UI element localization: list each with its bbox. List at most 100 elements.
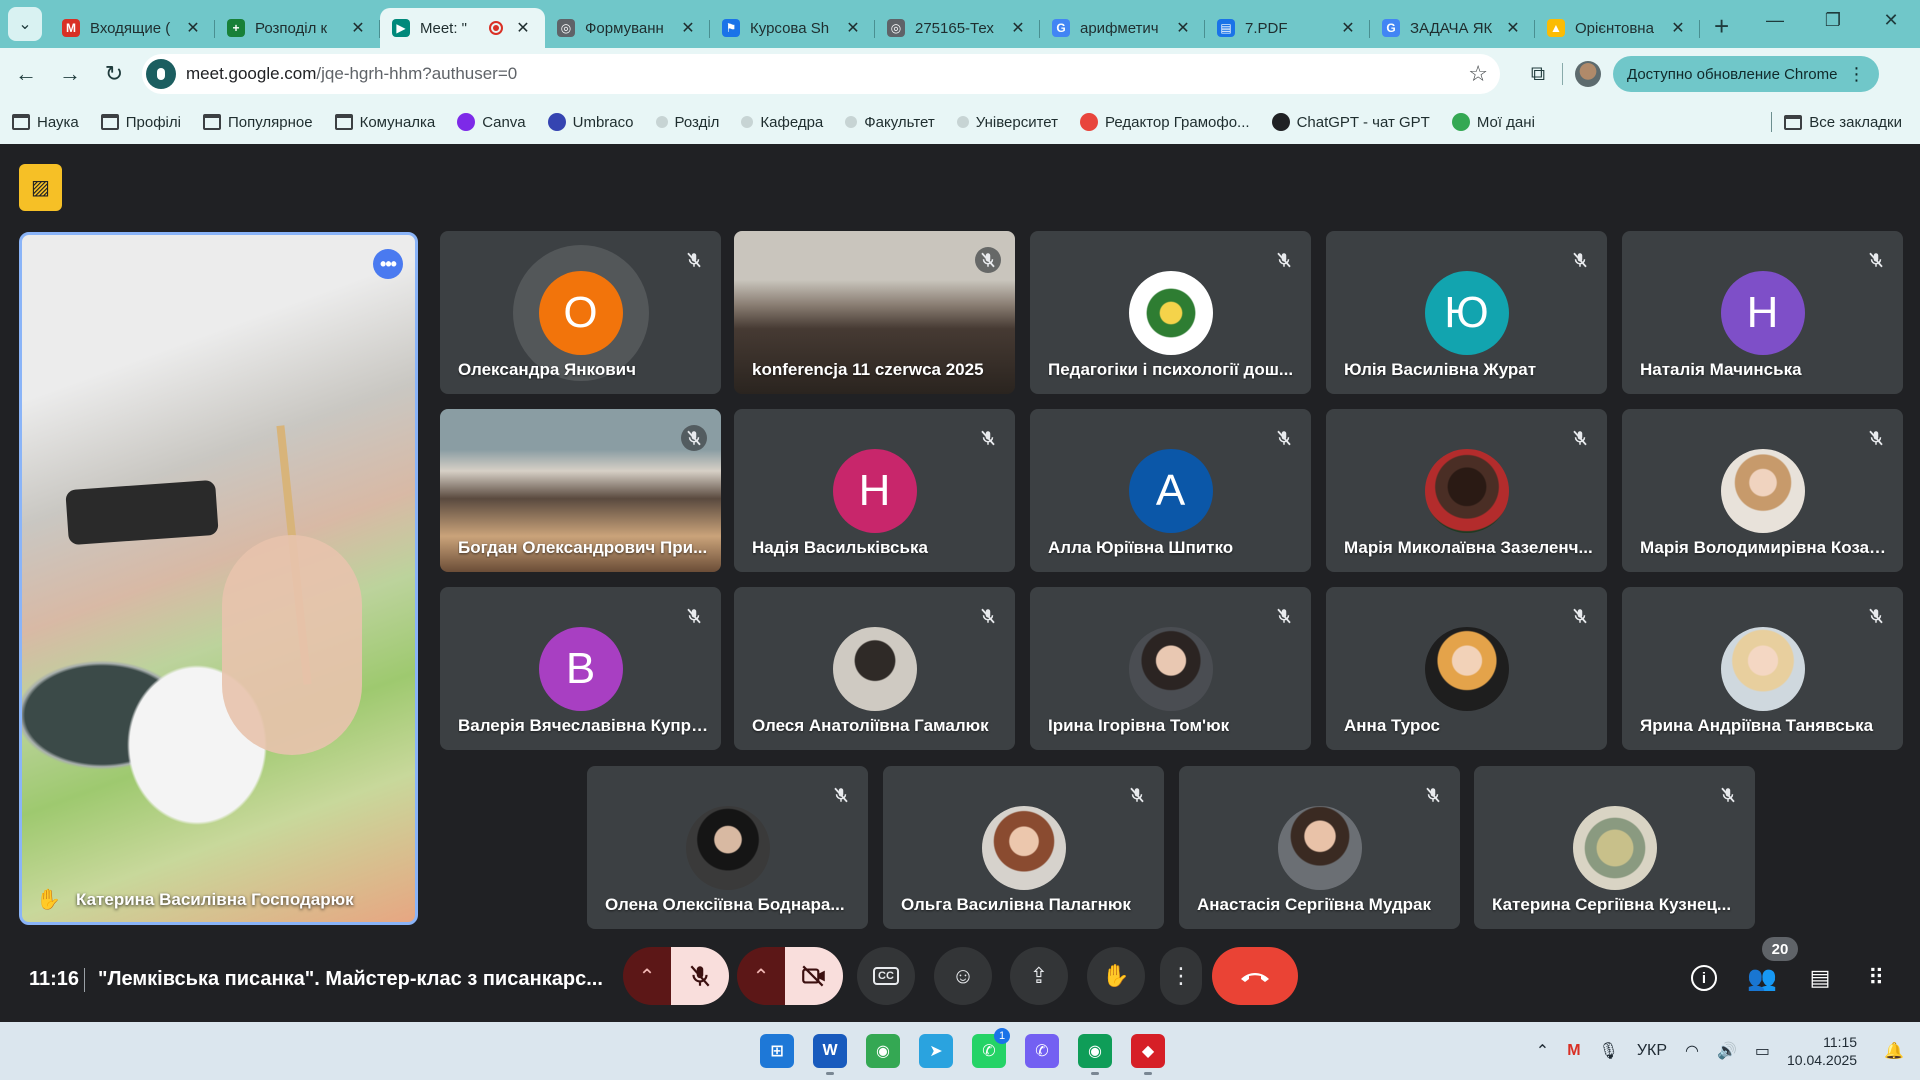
leave-call-button[interactable]: [1212, 947, 1298, 1005]
bookmark-item[interactable]: Кафедра: [741, 114, 823, 131]
all-bookmarks-button[interactable]: Все закладки: [1784, 100, 1902, 144]
back-icon[interactable]: ←: [4, 61, 48, 87]
participant-tile[interactable]: Марія Миколаївна Зазеленч...: [1326, 409, 1607, 572]
chrome-profile-icon[interactable]: ◉: [1078, 1034, 1112, 1068]
bookmark-item[interactable]: ChatGPT - чат GPT: [1271, 113, 1430, 131]
video-settings-chevron-icon[interactable]: ⌃: [737, 947, 785, 1005]
close-tab-icon[interactable]: ✕: [1338, 18, 1358, 38]
tab[interactable]: Gарифметич ✕: [1040, 8, 1205, 48]
anydesk-icon[interactable]: ◆: [1131, 1034, 1165, 1068]
system-clock[interactable]: 11:15 10.04.2025: [1787, 1033, 1857, 1069]
chat-icon[interactable]: ▤: [1802, 960, 1838, 996]
chrome-menu-icon[interactable]: ⋮: [1847, 64, 1865, 85]
telegram-icon[interactable]: ➤: [919, 1034, 953, 1068]
audio-settings-chevron-icon[interactable]: ⌃: [623, 947, 671, 1005]
close-tab-icon[interactable]: ✕: [843, 18, 863, 38]
new-tab-icon[interactable]: +: [1700, 11, 1743, 48]
participant-tile[interactable]: Богдан Олександрович При...: [440, 409, 721, 572]
tab[interactable]: ▲ Орієнтовна ✕: [1535, 8, 1700, 48]
address-bar[interactable]: meet.google.com/jqe-hgrh-hhm?authuser=0 …: [142, 54, 1500, 94]
more-options-icon[interactable]: •••: [373, 249, 403, 279]
meeting-details-icon[interactable]: i: [1686, 960, 1722, 996]
tab[interactable]: + Розподіл к ✕: [215, 8, 380, 48]
gmail-tray-icon[interactable]: M: [1567, 1042, 1580, 1060]
reactions-button[interactable]: ☺: [934, 947, 992, 1005]
participant-tile[interactable]: В Валерія Вячеславівна Купрі...: [440, 587, 721, 750]
pinned-participant-tile[interactable]: ••• ✋ Катерина Василівна Господарюк: [19, 232, 418, 925]
people-icon[interactable]: 👥: [1744, 960, 1780, 996]
profile-avatar-icon[interactable]: [1575, 61, 1601, 87]
bookmark-item[interactable]: Популярное: [202, 114, 313, 131]
minimize-icon[interactable]: —: [1746, 10, 1804, 31]
tab[interactable]: ⚑ Курсова Sh ✕: [710, 8, 875, 48]
participant-tile[interactable]: Педагогіки і психології дош...: [1030, 231, 1311, 394]
activities-grid-icon[interactable]: ⠿: [1858, 960, 1894, 996]
participant-tile[interactable]: Н Наталія Мачинська: [1622, 231, 1903, 394]
bookmark-item[interactable]: Розділ: [655, 114, 719, 131]
close-tab-icon[interactable]: ✕: [1503, 18, 1523, 38]
participant-tile[interactable]: Ярина Андріївна Танявська: [1622, 587, 1903, 750]
tab[interactable]: ◎ 275165-Тех ✕: [875, 8, 1040, 48]
no-video-stats-icon[interactable]: ▨: [19, 164, 62, 211]
close-tab-icon[interactable]: ✕: [1668, 18, 1688, 38]
viber-icon[interactable]: ✆: [1025, 1034, 1059, 1068]
bookmark-item[interactable]: Комуналка: [334, 114, 435, 131]
raise-hand-button[interactable]: ✋: [1087, 947, 1145, 1005]
url-text[interactable]: meet.google.com/jqe-hgrh-hhm?authuser=0: [186, 64, 1468, 84]
extensions-icon[interactable]: ⧉: [1514, 63, 1562, 86]
tab[interactable]: ▤ 7.PDF ✕: [1205, 8, 1370, 48]
participant-tile[interactable]: Анна Турос: [1326, 587, 1607, 750]
participant-tile[interactable]: Н Надія Васильківська: [734, 409, 1015, 572]
windows-start-icon[interactable]: ⊞: [760, 1034, 794, 1068]
participant-tile[interactable]: Олена Олексіївна Боднара...: [587, 766, 868, 929]
tab[interactable]: M Входящие (✕: [50, 8, 215, 48]
bookmark-item[interactable]: Університет: [956, 114, 1058, 131]
captions-button[interactable]: CC: [857, 947, 915, 1005]
chrome-update-button[interactable]: Доступно обновление Chrome ⋮: [1613, 56, 1880, 92]
bookmark-item[interactable]: Мої дані: [1451, 113, 1535, 131]
close-tab-icon[interactable]: ✕: [348, 18, 368, 38]
camera-off-button[interactable]: [785, 947, 843, 1005]
more-options-button[interactable]: ⋮: [1160, 947, 1202, 1005]
wifi-icon[interactable]: ◠: [1685, 1041, 1699, 1061]
input-language-indicator[interactable]: УКР: [1637, 1042, 1667, 1060]
tab-search-icon[interactable]: ⌄: [8, 7, 42, 41]
mic-off-button[interactable]: [671, 947, 729, 1005]
bookmark-star-icon[interactable]: ☆: [1468, 61, 1488, 87]
participant-tile[interactable]: Анастасія Сергіївна Мудрак: [1179, 766, 1460, 929]
participant-tile[interactable]: О Олександра Янкович: [440, 231, 721, 394]
participant-tile[interactable]: konferencja 11 czerwca 2025: [734, 231, 1015, 394]
tab[interactable]: G ЗАДАЧА ЯК ✕: [1370, 8, 1535, 48]
show-hidden-icons-chevron[interactable]: ⌃: [1536, 1041, 1549, 1061]
microphone-tray-icon[interactable]: 🎙: [1599, 1041, 1619, 1061]
participant-tile[interactable]: Ірина Ігорівна Том'юк: [1030, 587, 1311, 750]
volume-icon[interactable]: 🔊: [1717, 1041, 1737, 1061]
bookmark-item[interactable]: Факультет: [845, 114, 935, 131]
close-tab-icon[interactable]: ✕: [1008, 18, 1028, 38]
bookmark-item[interactable]: Профілі: [100, 114, 181, 131]
site-info-icon[interactable]: [146, 59, 176, 89]
battery-icon[interactable]: ▭: [1755, 1041, 1770, 1061]
participant-tile[interactable]: Марія Володимирівна Козак...: [1622, 409, 1903, 572]
reload-icon[interactable]: ↻: [92, 61, 136, 87]
tab-active[interactable]: ▶ Meet: " ✕: [380, 8, 545, 48]
participant-tile[interactable]: Ю Юлія Василівна Журат: [1326, 231, 1607, 394]
close-tab-icon[interactable]: ✕: [1173, 18, 1193, 38]
close-tab-icon[interactable]: ✕: [183, 18, 203, 38]
close-tab-icon[interactable]: ✕: [513, 18, 533, 38]
notifications-bell-icon[interactable]: 🔔: [1884, 1041, 1904, 1061]
bookmark-item[interactable]: Canva: [457, 113, 526, 131]
close-window-icon[interactable]: ✕: [1862, 10, 1920, 31]
participant-tile[interactable]: Катерина Сергіївна Кузнец...: [1474, 766, 1755, 929]
tab[interactable]: ◎ Формуванн ✕: [545, 8, 710, 48]
forward-icon[interactable]: →: [48, 61, 92, 87]
participant-tile[interactable]: А Алла Юріївна Шпитко: [1030, 409, 1311, 572]
restore-icon[interactable]: ❐: [1804, 10, 1862, 31]
bookmark-item[interactable]: Редактор Грамофо...: [1080, 113, 1250, 131]
word-icon[interactable]: W: [813, 1034, 847, 1068]
close-tab-icon[interactable]: ✕: [678, 18, 698, 38]
participant-tile[interactable]: Олеся Анатоліївна Гамалюк: [734, 587, 1015, 750]
participant-tile[interactable]: Ольга Василівна Палагнюк: [883, 766, 1164, 929]
present-screen-button[interactable]: ⇪: [1010, 947, 1068, 1005]
bookmark-item[interactable]: Наука: [12, 114, 79, 131]
